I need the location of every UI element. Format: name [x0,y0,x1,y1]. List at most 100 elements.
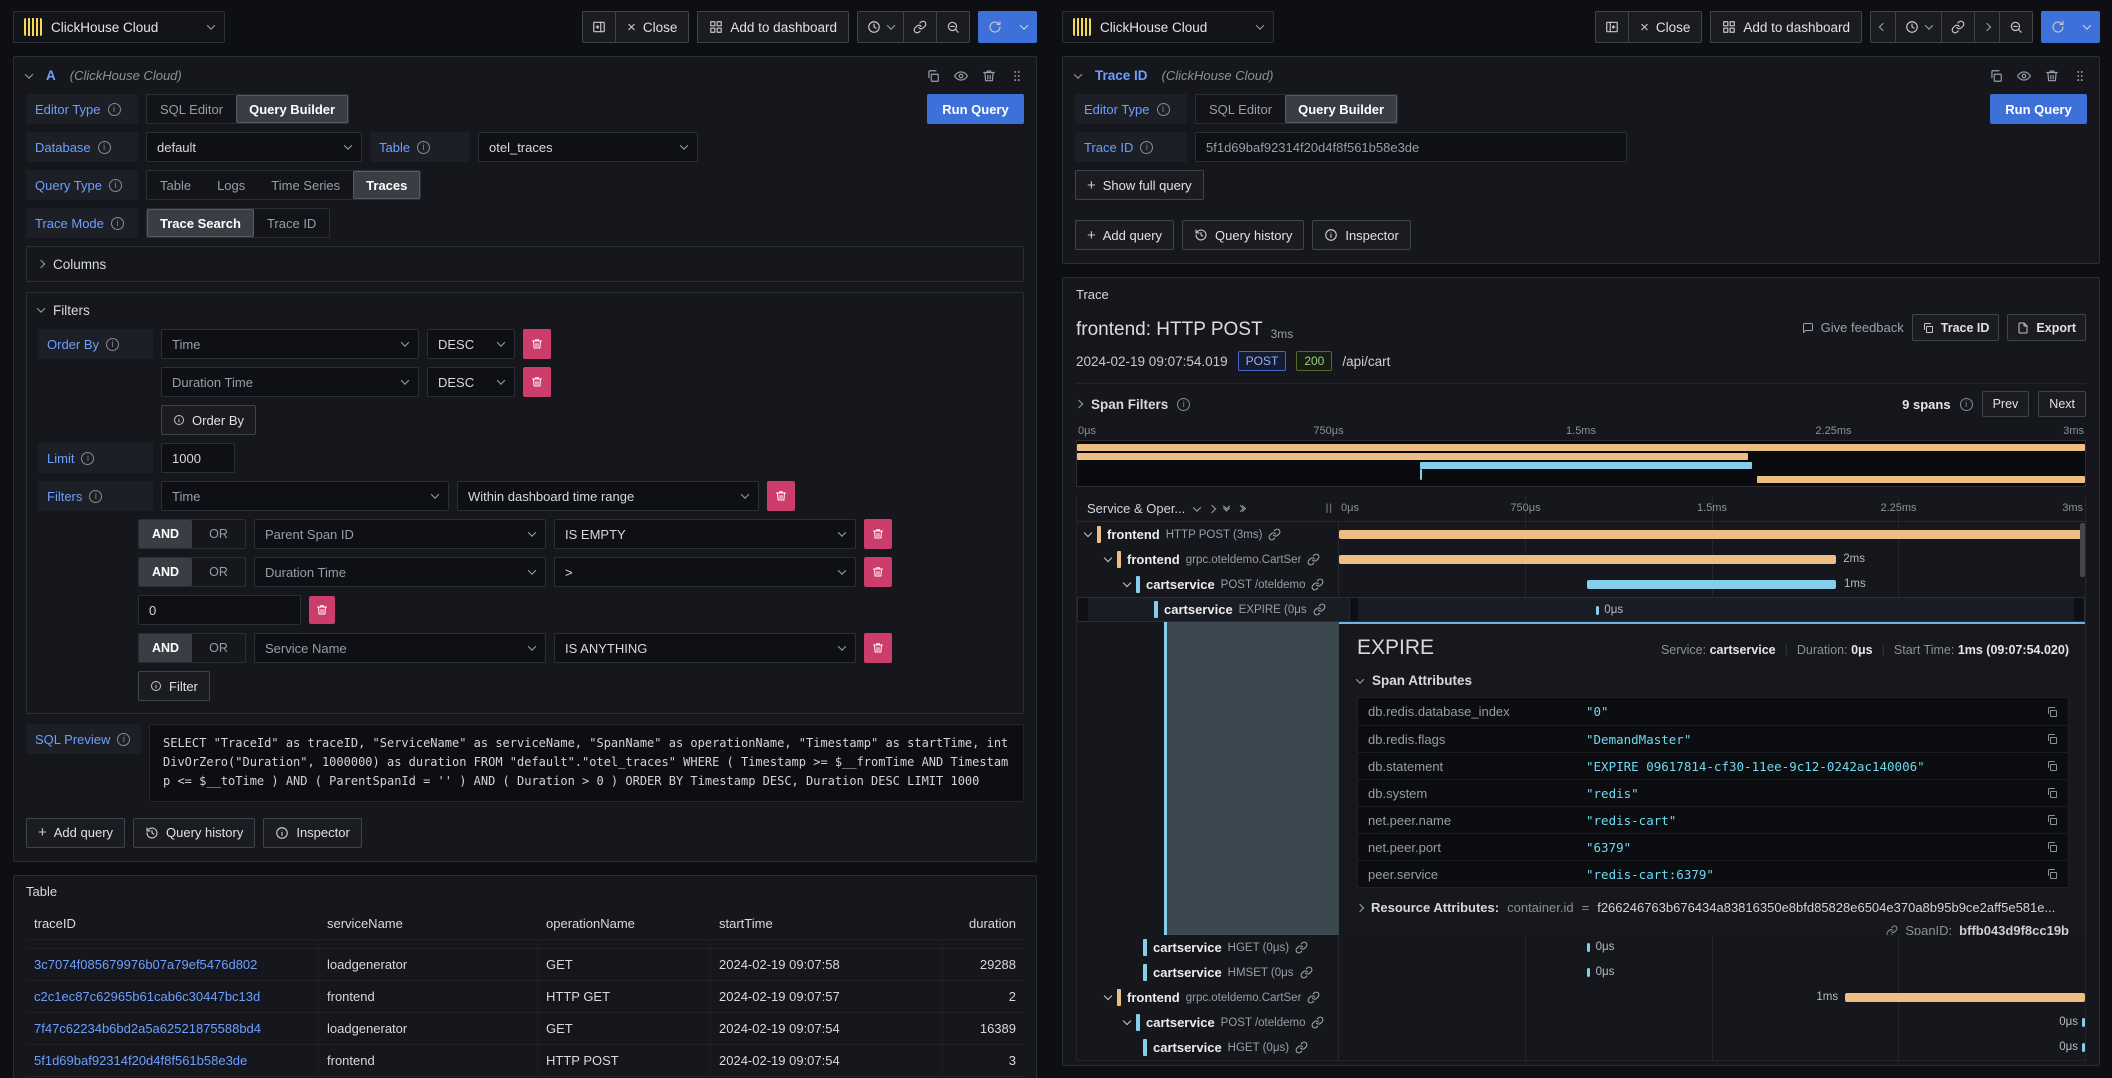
sql-editor-option[interactable]: SQL Editor [147,95,236,123]
copy-icon[interactable] [2046,841,2058,853]
copy-icon[interactable] [2046,787,2058,799]
span-row[interactable]: cartserviceHGET (0μs) 0μs [1077,1035,2085,1060]
toggle-visibility-icon[interactable] [954,69,968,83]
filter-op-select[interactable]: IS ANYTHING [554,633,856,663]
collapse-query-icon[interactable] [25,70,33,78]
query-type-traces[interactable]: Traces [353,171,420,199]
refresh-interval-dropdown[interactable] [2074,11,2100,43]
give-feedback-button[interactable]: Give feedback [1802,320,1904,335]
link-icon[interactable] [1886,925,1898,936]
link-icon[interactable] [1307,991,1320,1004]
sql-editor-option[interactable]: SQL Editor [1196,95,1285,123]
run-query-button[interactable]: Run Query [927,94,1024,124]
span-attributes-header[interactable]: Span Attributes [1357,673,2069,688]
link-icon[interactable] [1313,603,1326,616]
span-row[interactable]: cartserviceHMSET (0μs 0μs [1077,960,2085,985]
trace-id-link[interactable]: 5f1d69baf92314f20d4f8f561b58e3de [34,1053,247,1068]
trace-id-button[interactable]: Trace ID [1912,314,2000,341]
trace-minimap[interactable] [1076,440,2086,487]
filter-op-select[interactable]: Within dashboard time range [457,481,759,511]
link-icon[interactable] [1311,578,1324,591]
filter-op-select[interactable]: > [554,557,856,587]
time-shift-right-button[interactable] [1974,11,2000,43]
refresh-interval-dropdown[interactable] [1011,11,1037,43]
inspector-button[interactable]: Inspector [1312,220,1410,250]
add-filter-button[interactable]: Filter [138,671,210,701]
copy-icon[interactable] [2046,868,2058,880]
delete-query-icon[interactable] [2045,69,2059,83]
link-icon[interactable] [1307,553,1320,566]
trace-id-link[interactable]: c2c1ec87c62965b61cab6c30447bc13d [34,989,260,1004]
duplicate-query-icon[interactable] [926,69,940,83]
query-builder-option[interactable]: Query Builder [1285,95,1397,123]
order-by-dir-select[interactable]: DESC [427,329,515,359]
span-row-selected[interactable]: cartserviceEXPIRE (0μs 0μs [1077,597,2085,622]
link-icon[interactable] [1300,966,1313,979]
filter-field-select[interactable]: Parent Span ID [254,519,546,549]
copy-icon[interactable] [2046,706,2058,718]
info-icon[interactable]: i [109,179,122,192]
chevron-right-icon[interactable] [1208,504,1216,512]
chevron-right-icon[interactable] [1075,400,1083,408]
info-icon[interactable]: i [98,141,111,154]
delete-query-icon[interactable] [982,69,996,83]
link-icon[interactable] [1311,1016,1324,1029]
remove-filter-button[interactable] [864,633,892,663]
col-header-operationName[interactable]: operationName [538,909,711,939]
add-to-dashboard-button[interactable]: Add to dashboard [697,11,849,43]
span-bar[interactable] [1339,555,1836,564]
query-builder-option[interactable]: Query Builder [236,95,348,123]
info-icon[interactable]: i [1140,141,1153,154]
remove-value-button[interactable] [309,596,335,624]
limit-input[interactable] [161,443,235,473]
toggle-visibility-icon[interactable] [2017,69,2031,83]
span-filters-title[interactable]: Span Filters [1091,397,1168,412]
span-bar[interactable] [1339,530,2085,539]
chevron-down-icon[interactable] [1084,529,1092,537]
inspector-button[interactable]: Inspector [263,818,361,848]
copy-icon[interactable] [2046,760,2058,772]
info-icon[interactable]: i [1960,398,1973,411]
info-icon[interactable]: i [108,103,121,116]
order-by-field-select[interactable]: Duration Time [161,367,419,397]
col-header-duration[interactable]: duration [943,909,1024,939]
col-header-serviceName[interactable]: serviceName [319,909,538,939]
span-bar[interactable] [1587,580,1835,589]
link-icon[interactable] [1295,941,1308,954]
prev-span-button[interactable]: Prev [1982,391,2030,417]
query-type-table[interactable]: Table [147,171,204,199]
span-row[interactable]: cartserviceHGET (0μs) 0μs [1077,935,2085,960]
link-icon[interactable] [1268,528,1281,541]
add-to-dashboard-button[interactable]: Add to dashboard [1710,11,1862,43]
time-picker-button[interactable] [1895,11,1942,43]
collapse-query-icon[interactable] [1074,70,1082,78]
resource-attributes-row[interactable]: Resource Attributes: container.id = f266… [1357,900,2069,915]
or-option[interactable]: OR [192,520,245,548]
chevron-down-icon[interactable] [1123,579,1131,587]
span-row[interactable]: cartservicePOST /oteldemo 1ms [1077,572,2085,597]
remove-filter-button[interactable] [864,557,892,587]
split-view-button[interactable] [582,11,616,43]
filter-value-input[interactable] [138,595,301,625]
span-bar[interactable] [1596,606,1599,615]
zoom-out-button[interactable] [1999,11,2033,43]
chevron-down-icon[interactable] [1123,1017,1131,1025]
info-icon[interactable]: i [1157,103,1170,116]
table-select[interactable]: otel_traces [478,132,698,162]
trace-id-link[interactable]: 7f47c62234b6bd2a5a62521875588bd4 [34,1021,261,1036]
close-split-button[interactable]: ×Close [615,11,689,43]
trace-id-input[interactable] [1195,132,1627,162]
and-option[interactable]: AND [139,634,192,662]
chevron-down-icon[interactable] [1193,503,1201,511]
double-chevron-down-icon[interactable] [1224,505,1229,512]
link-button[interactable] [903,11,937,43]
duplicate-query-icon[interactable] [1989,69,2003,83]
query-type-time-series[interactable]: Time Series [258,171,353,199]
query-history-button[interactable]: Query history [1182,220,1304,250]
trace-mode-search[interactable]: Trace Search [147,209,254,237]
columns-section-header[interactable]: Columns [27,247,1023,281]
query-history-button[interactable]: Query history [133,818,255,848]
info-icon[interactable]: i [1177,398,1190,411]
query-header[interactable]: Trace ID (ClickHouse Cloud) [1063,57,2099,94]
remove-order-by-button[interactable] [523,367,551,397]
